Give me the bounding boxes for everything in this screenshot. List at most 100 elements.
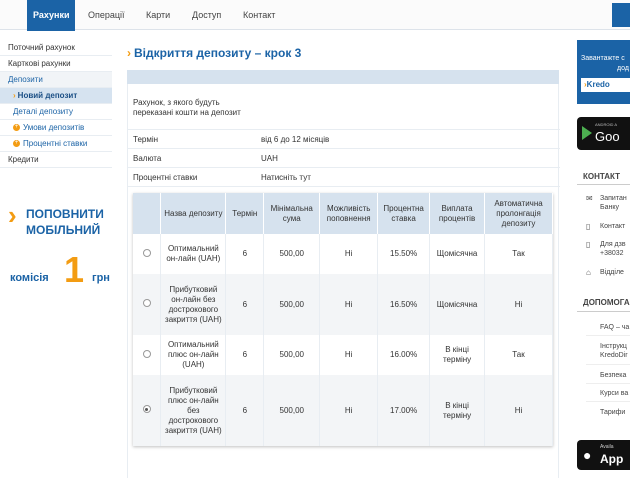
sidebar-item-label: Умови депозитів [23,123,85,132]
sidebar-item-loans[interactable]: Кредити [0,152,112,168]
row-select-cell[interactable] [133,234,162,274]
source-account-row: Рахунок, з якого будуть переказані кошти… [128,84,560,130]
rate-cell: 16.00% [377,335,431,375]
deposit-name-cell: Прибутковий он-лайн без дострокового зак… [160,274,227,335]
sidebar-item-label: Депозити [8,75,43,84]
appstore-small-text: Availa [600,444,614,450]
tab-operations[interactable]: Операції [88,0,125,30]
table-row[interactable]: Оптимальний он-лайн (UAH) 6 500,00 Ні 15… [133,234,553,274]
chevron-right-icon: › [8,200,17,230]
help-link-security[interactable]: Безпека [600,371,626,380]
deposit-radio[interactable] [142,349,151,358]
plus-circle-icon: + [13,140,20,148]
tab-cards[interactable]: Карти [146,0,170,30]
sidebar-item-interest-rates[interactable]: + Процентні ставки [0,136,112,152]
sidebar-item-label: Деталі депозиту [13,107,73,116]
sidebar-item-label: Новий депозит [17,91,78,100]
help-link-tariffs[interactable]: Тарифи [600,408,625,417]
section-header-band [127,70,559,84]
rate-cell: 16.50% [377,274,431,335]
help-heading: ДОПОМОГА [583,298,630,307]
auto-renewal-cell: Ні [484,375,553,446]
table-row[interactable]: Прибутковий он-лайн без дострокового зак… [133,274,553,335]
promo-fee-label: комісія [10,272,49,284]
chevron-right-icon: › [13,91,16,100]
divider [586,364,630,365]
sidebar-item-new-deposit[interactable]: › Новий депозит [0,88,112,104]
col-deposit-name: Назва депозиту [160,193,227,234]
sidebar-item-deposits[interactable]: Депозити [0,72,112,88]
help-link-rates[interactable]: Курси ва [600,389,628,398]
brand-text: Kredo [586,80,610,89]
table-row[interactable]: Прибутковий плюс он-лайн без достроковог… [133,375,553,446]
deposit-table: Назва депозиту Термін Мінімальна сума Мо… [133,193,553,446]
deposit-name-cell: Прибутковий плюс он-лайн без достроковог… [160,375,227,446]
sidebar-item-label: Кредити [8,155,39,164]
google-play-badge[interactable]: ANDROID A Goo [577,117,630,150]
plus-circle-icon: + [13,124,20,132]
payout-cell: В кінці терміну [429,375,486,446]
term-cell: 6 [225,375,265,446]
topup-cell: Ні [319,375,379,446]
row-select-cell[interactable] [133,375,162,446]
sidebar-menu: Поточний рахунок Карткові рахунки Депози… [0,40,112,168]
page-title: › Відкриття депозиту – крок 3 [127,46,301,60]
currency-label: Валюта [133,154,162,163]
col-select [133,193,162,234]
sidebar-item-label: Карткові рахунки [8,59,71,68]
app-download-banner[interactable]: Завантажте с дод ›Kredo [577,40,630,104]
divider [577,184,630,185]
tab-contact[interactable]: Контакт [243,0,275,30]
contact-heading: КОНТАКТ [583,172,621,181]
deposit-radio[interactable] [142,299,151,307]
top-navigation: Рахунки Операції Карти Доступ Контакт [0,0,630,31]
divider [586,401,630,402]
deposit-radio-selected[interactable] [142,405,151,413]
contact-phone-number[interactable]: +38032 [600,249,624,258]
rates-label: Процентні ставки [133,173,198,182]
term-cell: 6 [225,335,265,375]
help-link-faq[interactable]: FAQ – ча [600,323,629,332]
divider [586,335,630,336]
promo-fee-currency: грн [92,272,110,284]
term-cell: 6 [225,234,265,274]
phone-icon: ▯ [586,240,591,249]
sidebar-item-card-accounts[interactable]: Карткові рахунки [0,56,112,72]
table-header-row: Назва депозиту Термін Мінімальна сума Мо… [133,193,553,234]
play-icon [582,126,592,140]
sidebar-item-current-account[interactable]: Поточний рахунок [0,40,112,56]
auto-renewal-cell: Так [484,234,553,274]
contact-link-branches[interactable]: Відділе [600,268,624,277]
deposit-radio[interactable] [142,248,151,257]
help-link-instructions[interactable]: Інструкц [600,342,627,351]
min-amount-cell: 500,00 [263,234,321,274]
min-amount-cell: 500,00 [263,375,321,446]
contact-link-contacts[interactable]: Контакт [600,222,625,231]
sidebar-item-deposit-details[interactable]: Деталі депозиту [0,104,112,120]
min-amount-cell: 500,00 [263,335,321,375]
table-row[interactable]: Оптимальний плюс он-лайн (UAH) 6 500,00 … [133,335,553,375]
sidebar-item-label: Процентні ставки [23,139,88,148]
app-store-badge[interactable]: ● Availa App [577,440,630,470]
sidebar-item-label: Поточний рахунок [8,43,75,52]
tab-accounts[interactable]: Рахунки [27,0,76,31]
promo-line-1: ПОПОВНИТИ [26,207,104,221]
row-select-cell[interactable] [133,335,162,375]
topup-cell: Ні [319,274,379,335]
contact-link-question[interactable]: Запитан [600,194,627,203]
source-account-label: Рахунок, з якого будуть переказані кошти… [133,98,241,117]
tab-access[interactable]: Доступ [192,0,221,30]
deposit-name-cell: Оптимальний он-лайн (UAH) [160,234,227,274]
auto-renewal-cell: Так [484,335,553,375]
col-term: Термін [225,193,265,234]
divider [577,311,630,312]
deposit-name-cell: Оптимальний плюс он-лайн (UAH) [160,335,227,375]
rates-link[interactable]: Натисніть тут [261,173,311,182]
phone-icon: ▯ [586,222,591,231]
row-select-cell[interactable] [133,274,162,335]
auto-renewal-cell: Ні [484,274,553,335]
currency-row: Валюта UAH [128,149,560,168]
rate-cell: 17.00% [377,375,431,446]
appstore-big-text: App [600,452,624,466]
sidebar-item-deposit-terms[interactable]: + Умови депозитів [0,120,112,136]
